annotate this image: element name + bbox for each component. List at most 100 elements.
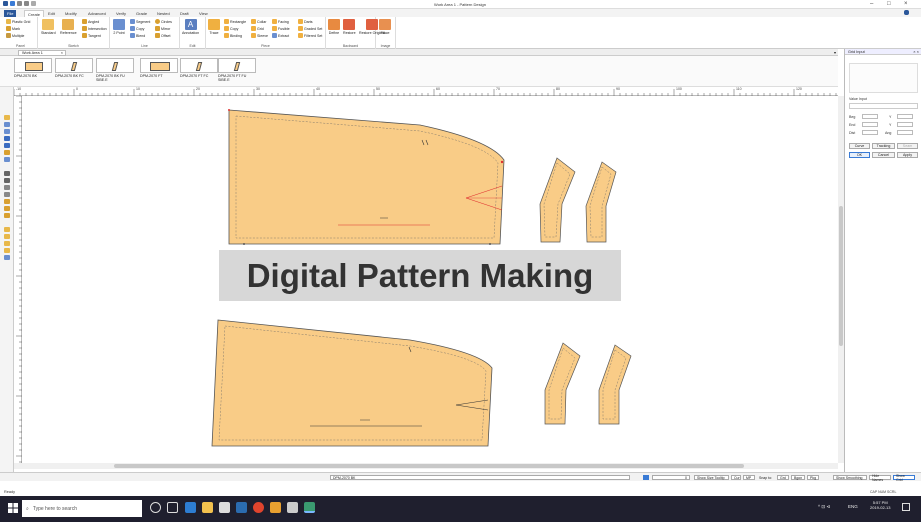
mirror-button[interactable]: Mirror [155, 26, 170, 31]
menu-edit[interactable]: Edit [45, 10, 58, 17]
snap-pkg-button[interactable]: Pkg [807, 475, 819, 480]
drawing-canvas[interactable]: Digital Pattern Making [22, 96, 838, 463]
chevron-down-icon[interactable]: ▾ [834, 50, 836, 55]
reference-button[interactable]: Reference [60, 19, 77, 35]
tool-icon[interactable] [4, 199, 10, 204]
grid-button[interactable]: Grid [251, 26, 264, 31]
tool-icon[interactable] [4, 185, 10, 190]
close-icon[interactable]: × × [913, 49, 919, 54]
menu-modify[interactable]: Modify [62, 10, 80, 17]
end-x-input[interactable] [862, 122, 878, 127]
plastic-grid-button[interactable]: Plastic Grid [6, 19, 30, 24]
angle-input[interactable] [897, 130, 913, 135]
mail-icon[interactable] [236, 502, 247, 513]
tracking-button[interactable]: Tracking [872, 143, 895, 149]
thumbnail-item[interactable]: DPM-2070 BK FU SIBE.E [96, 56, 134, 82]
zoom-field[interactable]: 0 [652, 475, 690, 480]
collar-button[interactable]: Collar [251, 19, 266, 24]
apply-button[interactable]: Apply [897, 152, 918, 158]
thumbnail-item[interactable]: DPM-2070 FT [140, 56, 178, 78]
file-explorer-icon[interactable] [202, 502, 213, 513]
mp-button[interactable]: MP [743, 475, 755, 480]
tangent-button[interactable]: Tangent [82, 33, 101, 38]
dist-input[interactable] [862, 130, 878, 135]
tool-icon[interactable] [4, 213, 10, 218]
tool-icon[interactable] [4, 157, 10, 162]
help-icon[interactable] [904, 10, 909, 15]
thumbnail-item[interactable]: DPM-2070 BK [14, 56, 52, 78]
tool-icon[interactable] [4, 241, 10, 246]
task-view-icon[interactable] [167, 502, 178, 513]
place-button[interactable]: Place [379, 19, 391, 35]
restore-button[interactable]: Restore [343, 19, 356, 35]
store-icon[interactable] [219, 502, 230, 513]
show-size-tooltip-button[interactable]: Show Size Tooltip [694, 475, 729, 480]
mark-button[interactable]: Mark [6, 26, 20, 31]
tool-icon[interactable] [4, 115, 10, 120]
tool-icon[interactable] [4, 150, 10, 155]
multiple-button[interactable]: Multiple [6, 33, 24, 38]
scroll-thumb[interactable] [114, 464, 744, 468]
graded-set-button[interactable]: Graded Set [298, 26, 322, 31]
menu-advanced[interactable]: Advanced [85, 10, 109, 17]
tool-icon[interactable] [4, 227, 10, 232]
scroll-thumb[interactable] [839, 206, 843, 346]
filtered-set-button[interactable]: Filtered Set [298, 33, 322, 38]
notifications-icon[interactable] [902, 503, 910, 511]
cur-button[interactable]: Cur [731, 475, 741, 480]
tool-icon[interactable] [4, 192, 10, 197]
show-grid-button[interactable]: Show Grid [893, 474, 915, 482]
menu-view[interactable]: View [196, 10, 211, 17]
rectangle-button[interactable]: Rectangle [224, 19, 246, 24]
copy-line-button[interactable]: Copy [130, 26, 144, 31]
tool-icon[interactable] [4, 136, 10, 141]
save-icon[interactable] [10, 1, 15, 6]
thumbnail-item[interactable]: DPM-2070 FT FC [180, 56, 218, 78]
copy-piece-button[interactable]: Copy [224, 26, 238, 31]
circles-button[interactable]: Circles [155, 19, 172, 24]
show-smoothing-button[interactable]: Show Smoothing [833, 475, 867, 480]
tool-icon[interactable] [4, 255, 10, 260]
tray-icons[interactable]: ^ ⊡ ⊲ [818, 504, 830, 510]
close-icon[interactable]: × [904, 1, 908, 7]
print-icon[interactable] [31, 1, 36, 6]
value-input-field[interactable] [849, 103, 918, 109]
two-point-button[interactable]: 2 Point [113, 19, 125, 35]
darts-button[interactable]: Darts [298, 19, 313, 24]
cortana-icon[interactable] [150, 502, 161, 513]
trace-button[interactable]: Trace [208, 19, 220, 35]
chrome-icon[interactable] [253, 502, 264, 513]
app-icon[interactable] [270, 502, 281, 513]
angled-button[interactable]: Angled [82, 19, 99, 24]
blend-button[interactable]: Blend [130, 33, 145, 38]
sleeve-button[interactable]: Sleeve [251, 33, 268, 38]
standard-button[interactable]: Standard [41, 19, 56, 35]
pattern-design-app-icon[interactable] [304, 502, 315, 513]
tool-icon[interactable] [4, 129, 10, 134]
menu-verify[interactable]: Verify [113, 10, 129, 17]
snap-bgon-button[interactable]: Bgon [791, 475, 805, 480]
edge-icon[interactable] [185, 502, 196, 513]
language-indicator[interactable]: ENG [848, 504, 858, 509]
snap-grid-button[interactable]: Grd [777, 475, 789, 480]
intersection-button[interactable]: Intersection [82, 26, 107, 31]
menu-draft[interactable]: Draft [177, 10, 192, 17]
minimize-icon[interactable]: – [870, 1, 873, 7]
menu-grade[interactable]: Grade [133, 10, 150, 17]
segment-button[interactable]: Segment [130, 19, 150, 24]
extract-button[interactable]: Extract [272, 33, 289, 38]
annotation-button[interactable]: A Annotation [182, 19, 199, 35]
tool-icon[interactable] [4, 248, 10, 253]
fusible-button[interactable]: Fusible [272, 26, 290, 31]
menu-nested[interactable]: Nested [154, 10, 173, 17]
hide-names-button[interactable]: Hide Names [869, 474, 891, 482]
tool-icon[interactable] [4, 206, 10, 211]
curve-button[interactable]: Curve [849, 143, 870, 149]
ok-button[interactable]: OK [849, 152, 870, 158]
thumbnail-item[interactable]: DPM-2070 BK FC [55, 56, 93, 78]
close-icon[interactable]: × [61, 51, 63, 55]
tool-icon[interactable] [4, 171, 10, 176]
seam-button[interactable]: Seam [897, 143, 918, 149]
app-icon[interactable] [287, 502, 298, 513]
clock[interactable]: 5:57 PM 2019-02-13 [870, 500, 890, 510]
